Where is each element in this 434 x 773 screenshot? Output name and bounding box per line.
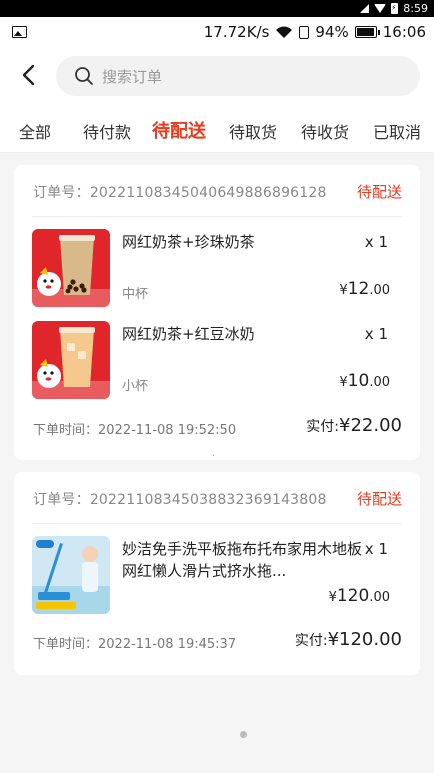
order-number-value: 20221108345040649886896128: [89, 185, 327, 201]
pearl-milk-tea-image: [32, 229, 110, 307]
product-name[interactable]: 妙洁免手洗平板拖布托布家用木地板网红懒人滑片式挤水拖...: [122, 538, 362, 582]
tab-all[interactable]: 全部: [19, 119, 51, 143]
back-button[interactable]: [16, 62, 40, 88]
mop-product-image: [32, 536, 110, 614]
battery-icon: [354, 26, 380, 38]
order-status: 待配送: [356, 183, 402, 201]
search-icon: [75, 67, 93, 85]
tab-pending-receipt[interactable]: 待收货: [301, 119, 349, 143]
tab-pending-pickup[interactable]: 待取货: [229, 119, 277, 143]
wifi-icon: [275, 25, 293, 39]
product-price: ¥12.00: [339, 279, 390, 299]
tab-pending-delivery[interactable]: 待配送: [152, 117, 206, 143]
signal-icon: [360, 4, 370, 13]
order-number: 订单号：20221108345038832369143808: [33, 492, 327, 508]
product-spec: 中杯: [122, 287, 149, 302]
order-status: 待配送: [356, 490, 402, 508]
order-time: 下单时间：2022-11-08 19:45:37: [33, 637, 237, 652]
product-price: ¥10.00: [339, 371, 390, 391]
wifi-icon: [374, 4, 387, 13]
battery-icon: [391, 3, 399, 14]
clock: 16:06: [382, 23, 426, 41]
product-quantity: x 1: [364, 325, 388, 343]
red-bean-milk-image: [32, 321, 110, 399]
tab-pending-payment[interactable]: 待付款: [83, 119, 131, 143]
battery-percent: 94%: [315, 23, 349, 41]
order-time: 下单时间：2022-11-08 19:52:50: [33, 423, 237, 438]
network-speed: 17.72K/s: [203, 23, 270, 41]
divider: [213, 455, 214, 456]
product-quantity: x 1: [364, 540, 388, 558]
search-input[interactable]: 搜索订单: [56, 56, 420, 96]
tab-cancelled[interactable]: 已取消: [373, 119, 421, 143]
product-spec: 小杯: [122, 379, 149, 394]
product-name[interactable]: 网红奶茶+红豆冰奶: [122, 323, 255, 345]
order-total: 实付:¥120.00: [294, 629, 402, 650]
header: 搜索订单: [0, 47, 434, 105]
search-placeholder: 搜索订单: [102, 67, 163, 86]
system-time: 8:59: [403, 2, 428, 15]
order-tabs: 全部 待付款 待配送 待取货 待收货 已取消: [0, 105, 434, 153]
chevron-left-icon: [22, 64, 35, 86]
divider: [32, 216, 402, 217]
system-status-strip: 8:59: [0, 0, 434, 17]
product-name[interactable]: 网红奶茶+珍珠奶茶: [122, 231, 255, 253]
product-quantity: x 1: [364, 233, 388, 251]
order-total: 实付:¥22.00: [306, 415, 402, 436]
order-card[interactable]: 订单号：20221108345038832369143808 待配送 妙洁免手洗…: [14, 472, 420, 675]
status-bar: 17.72K/s 94% 16:06: [0, 17, 434, 47]
page-indicator-dot: [240, 731, 247, 738]
divider: [32, 523, 402, 524]
product-price: ¥120.00: [328, 586, 390, 606]
image-notification-icon: [12, 26, 27, 38]
order-card[interactable]: 订单号：20221108345040649886896128 待配送 网红奶茶+…: [14, 165, 420, 460]
sim-icon: [299, 25, 310, 39]
order-number: 订单号：20221108345040649886896128: [33, 185, 327, 201]
